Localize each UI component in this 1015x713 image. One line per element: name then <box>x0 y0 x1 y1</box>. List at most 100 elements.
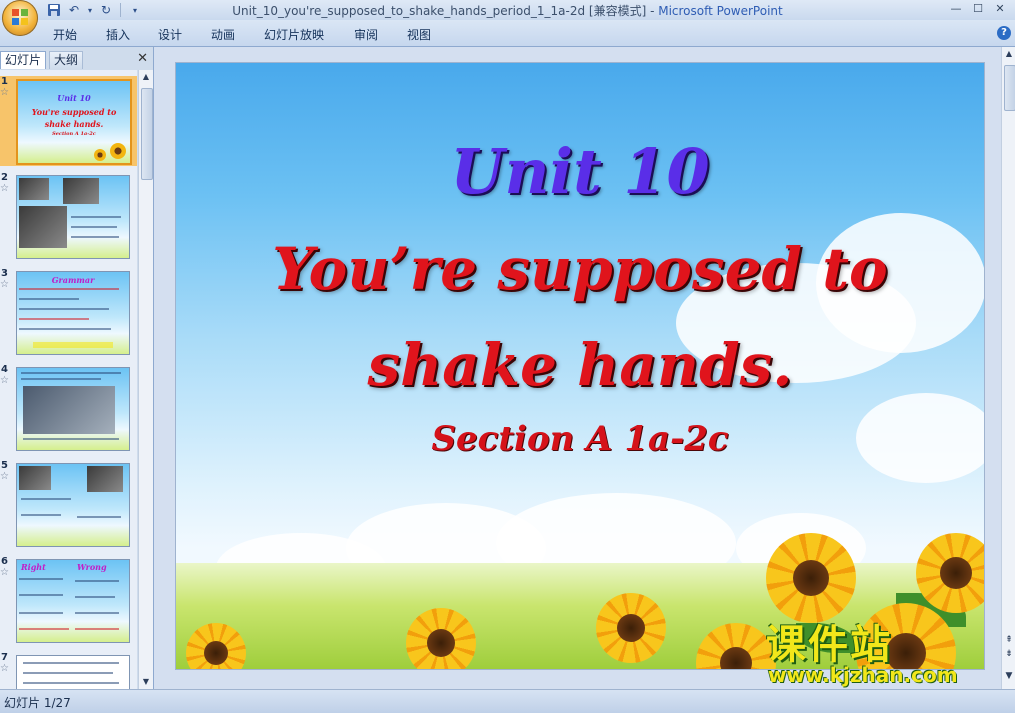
mini-text-line <box>77 516 121 518</box>
mini-text-line <box>71 226 117 228</box>
tab-outline[interactable]: 大纲 <box>49 51 84 69</box>
mini-text-line <box>75 612 119 614</box>
mini-text-line <box>75 580 119 582</box>
scroll-down-icon[interactable]: ▼ <box>139 675 153 689</box>
tab-slides[interactable]: 幻灯片 <box>0 51 47 69</box>
document-title: Unit_10_you're_supposed_to_shake_hands_p… <box>232 4 659 18</box>
mini-photo <box>19 178 49 200</box>
office-button[interactable] <box>2 0 38 36</box>
slide-preview: Unit 10 You're supposed to shake hands. … <box>16 79 132 165</box>
mini-sunflower <box>94 149 106 161</box>
animation-star-icon: ☆ <box>0 183 9 194</box>
sunflower <box>596 593 666 663</box>
slide-thumbnail-5[interactable]: 5 ☆ <box>0 460 137 550</box>
maximize-icon[interactable]: ☐ <box>967 0 989 16</box>
mini-photo <box>19 466 51 490</box>
slide-thumbnail-4[interactable]: 4 ☆ <box>0 364 137 454</box>
pane-tabs: 幻灯片 大纲 ✕ <box>0 49 153 69</box>
tab-slide-show[interactable]: 幻灯片放映 <box>264 26 324 43</box>
slide-number: 3 <box>1 268 8 279</box>
mini-text-line <box>33 342 113 348</box>
title-bar: ↶ ▾ ↻ ▾ Unit_10_you're_supposed_to_shake… <box>0 0 1015 21</box>
mini-photo <box>87 466 123 492</box>
status-bar: 幻灯片 1/27 <box>0 689 1015 713</box>
mini-text-line <box>23 682 119 684</box>
slide-number: 1 <box>1 76 8 87</box>
slide-section-subtitle[interactable]: Section A 1a-2c <box>176 419 984 459</box>
slide-scrollbar[interactable]: ▲ ⇞ ⇟ ▼ <box>1001 47 1015 689</box>
ribbon-tabs: 开始 插入 设计 动画 幻灯片放映 审阅 视图 ? <box>0 20 1015 47</box>
slide-number: 6 <box>1 556 8 567</box>
mini-text-line <box>19 308 109 310</box>
help-icon[interactable]: ? <box>997 26 1011 40</box>
mini-wrong-label: Wrong <box>77 562 107 572</box>
slide-thumbnail-3[interactable]: 3 ☆ Grammar <box>0 268 137 358</box>
mini-text-line <box>75 628 119 630</box>
mini-text-line <box>21 378 101 380</box>
mini-text-line <box>71 236 119 238</box>
close-pane-icon[interactable]: ✕ <box>137 51 148 66</box>
mini-text-line <box>23 662 119 664</box>
tab-design[interactable]: 设计 <box>158 26 182 43</box>
slide-thumbnail-list: 1 ☆ Unit 10 You're supposed to shake han… <box>0 70 137 689</box>
tab-home[interactable]: 开始 <box>53 26 77 43</box>
slide-thumbnail-7[interactable]: 7 ☆ <box>0 652 137 689</box>
slide-thumbnail-2[interactable]: 2 ☆ <box>0 172 137 262</box>
sunflower <box>766 533 856 623</box>
animation-star-icon: ☆ <box>0 279 9 290</box>
scrollbar-thumb[interactable] <box>1004 65 1015 111</box>
mini-text-line <box>23 438 119 440</box>
slide-preview <box>16 655 130 689</box>
minimize-icon[interactable]: — <box>945 0 967 16</box>
mini-text-line <box>19 288 119 290</box>
mini-text-line <box>19 298 79 300</box>
slide-preview: Grammar <box>16 271 130 355</box>
slide-heading-line1[interactable]: You’re supposed to <box>176 235 984 303</box>
sunflower <box>406 608 476 669</box>
mini-text-line <box>19 318 89 320</box>
slide-preview <box>16 367 130 451</box>
watermark-brand: 课件站 <box>766 622 892 668</box>
slide-number: 2 <box>1 172 8 183</box>
slide-preview <box>16 175 130 259</box>
scrollbar-thumb[interactable] <box>141 88 153 180</box>
mini-text-line <box>21 498 71 500</box>
tab-animations[interactable]: 动画 <box>211 26 235 43</box>
thumbnail-scrollbar[interactable]: ▲ ▼ <box>138 70 153 689</box>
tab-view[interactable]: 视图 <box>407 26 431 43</box>
mini-text-line <box>19 578 63 580</box>
slide-preview <box>16 463 130 547</box>
close-window-icon[interactable]: ✕ <box>989 0 1011 16</box>
slide-counter: 幻灯片 1/27 <box>4 696 71 710</box>
mini-text-line <box>19 628 69 630</box>
previous-slide-icon[interactable]: ⇞ <box>1002 635 1015 645</box>
current-slide[interactable]: Unit 10 You’re supposed to shake hands. … <box>176 63 984 669</box>
application-name: Microsoft PowerPoint <box>658 4 783 18</box>
mini-text-line <box>23 672 113 674</box>
animation-star-icon: ☆ <box>0 87 9 98</box>
mini-photo <box>23 386 115 434</box>
scroll-up-icon[interactable]: ▲ <box>139 70 153 84</box>
animation-star-icon: ☆ <box>0 375 9 386</box>
tab-review[interactable]: 审阅 <box>354 26 378 43</box>
next-slide-icon[interactable]: ⇟ <box>1002 649 1015 659</box>
slide-thumbnail-1[interactable]: 1 ☆ Unit 10 You're supposed to shake han… <box>0 76 137 166</box>
slide-heading-line2[interactable]: shake hands. <box>176 331 984 399</box>
mini-title: Grammar <box>51 275 95 285</box>
mini-text-line <box>21 372 121 374</box>
slide-number: 4 <box>1 364 8 375</box>
mini-text-line <box>75 596 115 598</box>
window-controls: — ☐ ✕ <box>945 0 1011 16</box>
slide-thumbnail-6[interactable]: 6 ☆ Right Wrong <box>0 556 137 646</box>
tab-insert[interactable]: 插入 <box>106 26 130 43</box>
slide-preview: Right Wrong <box>16 559 130 643</box>
slide-title-unit[interactable]: Unit 10 <box>176 135 984 208</box>
scroll-up-icon[interactable]: ▲ <box>1002 47 1015 61</box>
window-title: Unit_10_you're_supposed_to_shake_hands_p… <box>0 2 1015 19</box>
mini-text-line <box>19 594 63 596</box>
slide-number: 5 <box>1 460 8 471</box>
scroll-down-icon[interactable]: ▼ <box>1002 671 1015 681</box>
slides-pane: 幻灯片 大纲 ✕ 1 ☆ Unit 10 You're supposed to … <box>0 47 154 689</box>
animation-star-icon: ☆ <box>0 471 9 482</box>
mini-section: Section A 1a-2c <box>52 131 96 137</box>
